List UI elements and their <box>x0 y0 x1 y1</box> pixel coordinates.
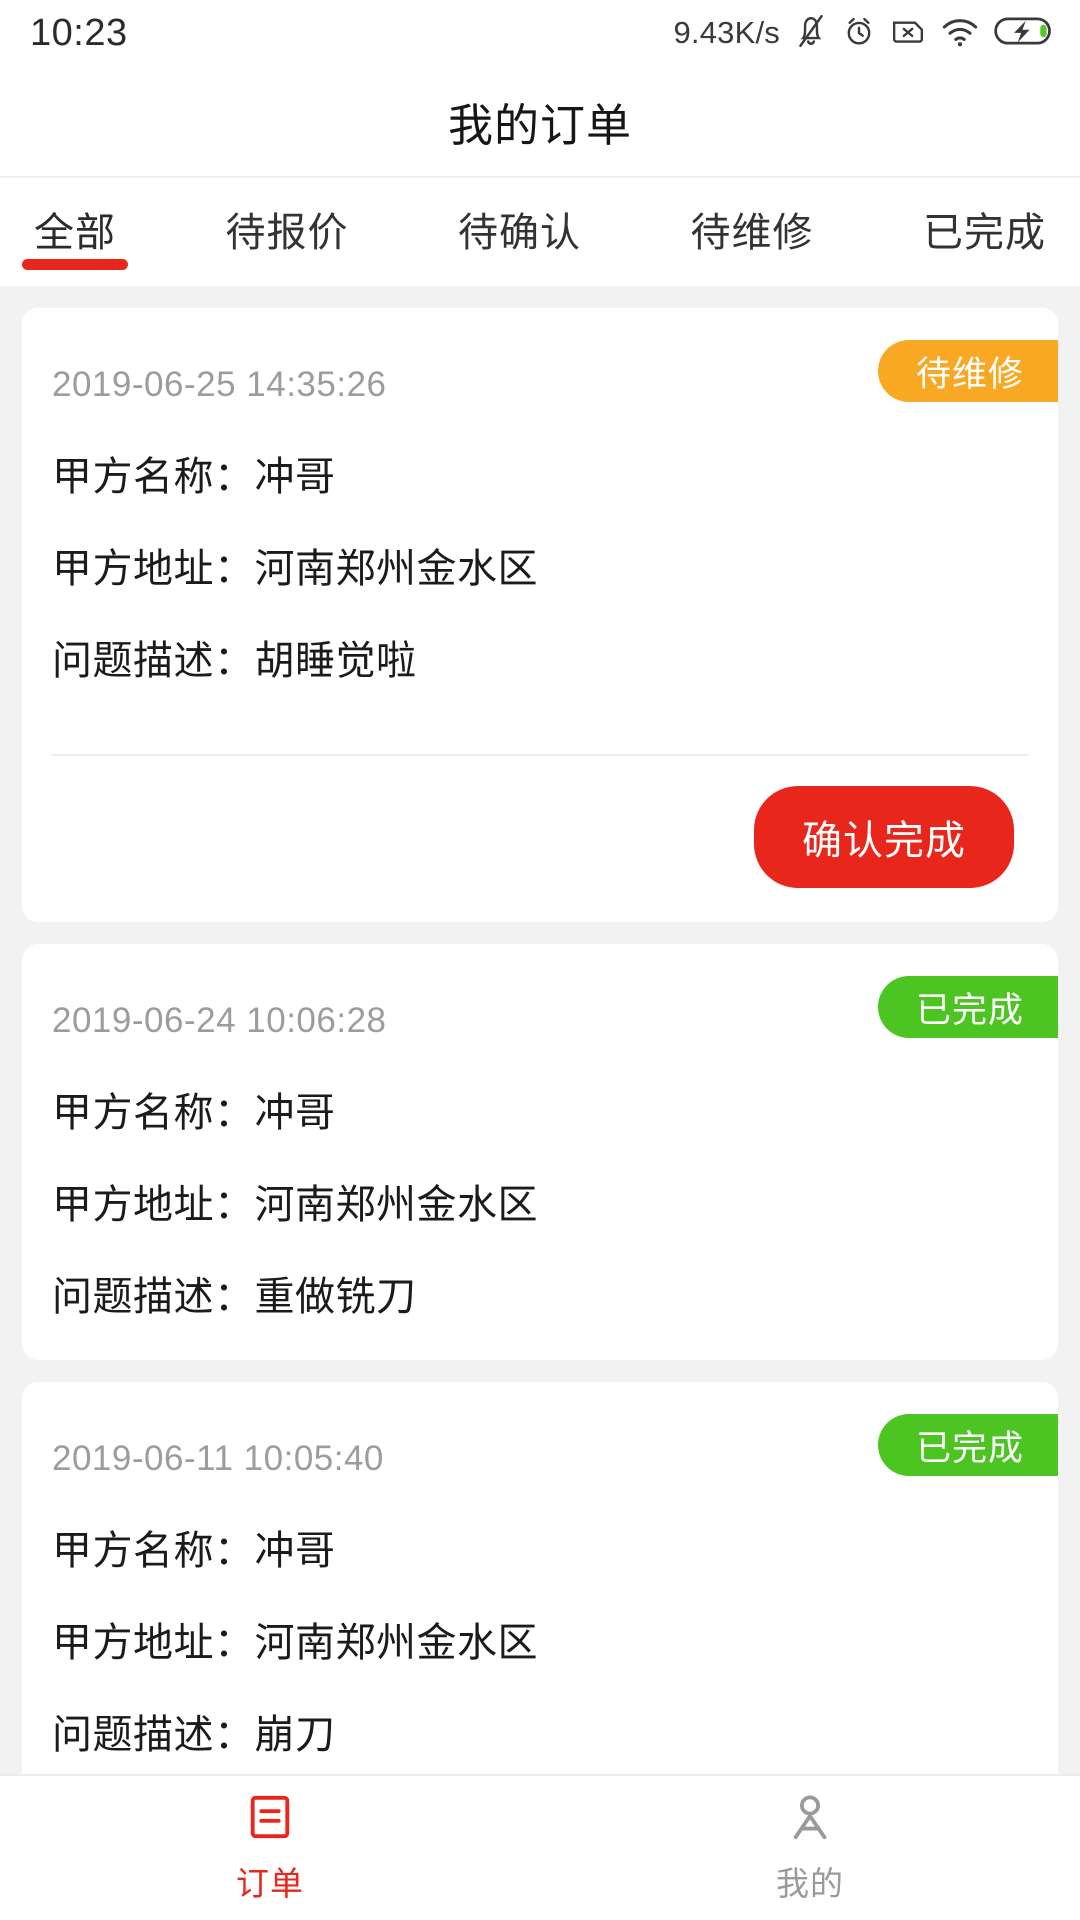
order-card[interactable]: 2019-06-11 10:05:40 已完成 甲方名称：冲哥 甲方地址：河南郑… <box>22 1382 1058 1774</box>
bell-muted-icon <box>794 12 828 55</box>
tab-label: 待维修 <box>690 211 814 255</box>
order-card-header: 2019-06-11 10:05:40 已完成 <box>22 1382 1058 1488</box>
sim-card-disabled-icon <box>890 13 926 54</box>
client-name: 甲方名称：冲哥 <box>52 455 336 499</box>
order-list-icon <box>245 1792 295 1847</box>
order-date: 2019-06-24 10:06:28 <box>52 1001 387 1040</box>
client-name: 甲方名称：冲哥 <box>52 1091 336 1135</box>
bottom-navigation-bar: 订单 我的 <box>0 1774 1080 1920</box>
tab-all[interactable]: 全部 <box>22 178 128 270</box>
confirm-complete-button[interactable]: 确认完成 <box>754 786 1014 888</box>
problem-description: 问题描述：崩刀 <box>52 1713 336 1757</box>
tab-label: 全部 <box>34 211 116 255</box>
order-card-body: 甲方名称：冲哥 甲方地址：河南郑州金水区 问题描述：胡睡觉啦 <box>22 444 1058 724</box>
order-list[interactable]: 2019-06-25 14:35:26 待维修 甲方名称：冲哥 甲方地址：河南郑… <box>0 286 1080 1774</box>
nav-label: 我的 <box>776 1864 844 1902</box>
page-title: 我的订单 <box>447 99 632 151</box>
client-address: 甲方地址：河南郑州金水区 <box>52 1621 538 1665</box>
order-card-body: 甲方名称：冲哥 甲方地址：河南郑州金水区 问题描述：崩刀 <box>22 1518 1058 1774</box>
problem-description: 问题描述：重做铣刀 <box>52 1275 417 1319</box>
status-badge: 待维修 <box>878 340 1058 402</box>
status-bar-clock: 10:23 <box>30 11 128 54</box>
client-address: 甲方地址：河南郑州金水区 <box>52 547 538 591</box>
status-badge: 已完成 <box>878 976 1058 1038</box>
nav-item-orders[interactable]: 订单 <box>0 1776 540 1920</box>
tab-active-indicator <box>22 259 128 270</box>
tab-pending-confirm[interactable]: 待确认 <box>458 178 581 258</box>
nav-item-profile[interactable]: 我的 <box>540 1776 1080 1920</box>
order-status-tabbar: 全部 待报价 待确认 待维修 已完成 <box>0 178 1080 286</box>
order-card-body: 甲方名称：冲哥 甲方地址：河南郑州金水区 问题描述：重做铣刀 <box>22 1080 1058 1360</box>
app-root: 10:23 9.43K/s 我的订单 全部 待报价 待确认 待维修 已完成 20… <box>0 0 1080 1920</box>
client-name: 甲方名称：冲哥 <box>52 1529 336 1573</box>
order-card-header: 2019-06-24 10:06:28 已完成 <box>22 944 1058 1050</box>
tab-completed[interactable]: 已完成 <box>923 178 1046 258</box>
status-bar: 10:23 9.43K/s <box>0 0 1080 66</box>
tab-pending-quote[interactable]: 待报价 <box>226 178 349 258</box>
status-bar-icons: 9.43K/s <box>673 12 1052 55</box>
wifi-icon <box>940 13 980 54</box>
order-date: 2019-06-25 14:35:26 <box>52 365 387 404</box>
tab-label: 待确认 <box>458 211 581 255</box>
status-badge: 已完成 <box>878 1414 1058 1476</box>
client-address: 甲方地址：河南郑州金水区 <box>52 1183 538 1227</box>
nav-label: 订单 <box>236 1864 304 1902</box>
problem-description: 问题描述：胡睡觉啦 <box>52 639 417 683</box>
order-date: 2019-06-11 10:05:40 <box>52 1439 384 1478</box>
battery-charging-icon <box>994 14 1052 53</box>
page-header: 我的订单 <box>0 66 1080 178</box>
order-card-actions: 确认完成 <box>22 756 1058 922</box>
tab-label: 已完成 <box>923 211 1046 255</box>
order-card[interactable]: 2019-06-25 14:35:26 待维修 甲方名称：冲哥 甲方地址：河南郑… <box>22 308 1058 922</box>
user-profile-icon <box>785 1792 835 1847</box>
alarm-clock-icon <box>842 12 876 55</box>
tab-pending-repair[interactable]: 待维修 <box>691 178 814 258</box>
network-speed-label: 9.43K/s <box>673 15 780 50</box>
order-card[interactable]: 2019-06-24 10:06:28 已完成 甲方名称：冲哥 甲方地址：河南郑… <box>22 944 1058 1360</box>
order-card-header: 2019-06-25 14:35:26 待维修 <box>22 308 1058 414</box>
tab-label: 待报价 <box>225 211 349 255</box>
